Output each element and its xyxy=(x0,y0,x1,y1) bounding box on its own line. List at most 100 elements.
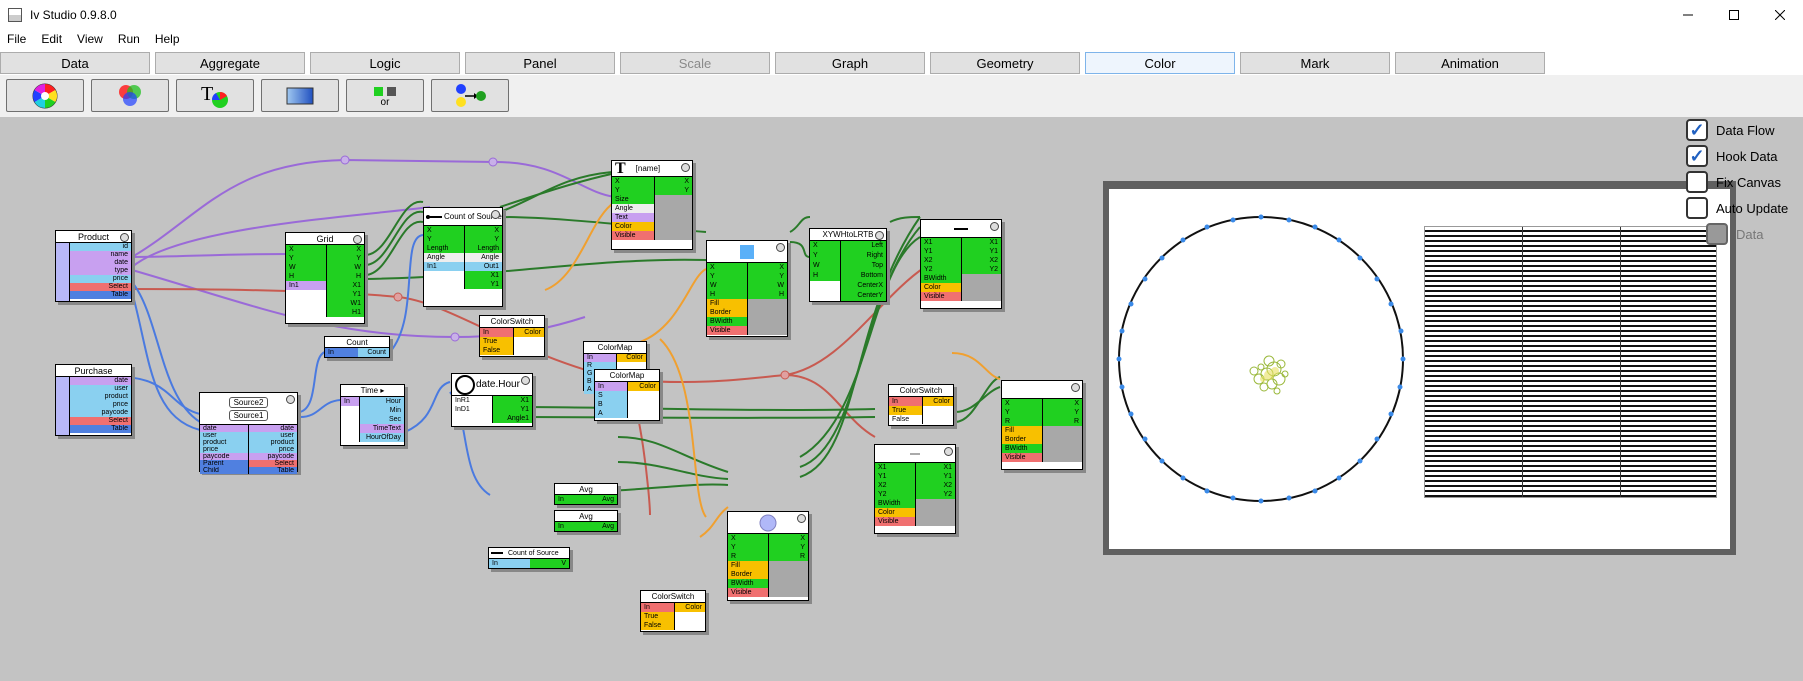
maximize-button[interactable] xyxy=(1711,0,1757,30)
port-in[interactable]: In xyxy=(889,397,922,406)
minimize-button[interactable] xyxy=(1665,0,1711,30)
port-visible[interactable]: Visible xyxy=(707,326,747,335)
xywh-to-lrtb-node[interactable]: XYWHtoLRTB X Y W H Left Right Top Bottom… xyxy=(809,228,887,302)
port-y1[interactable]: Y1 xyxy=(493,405,532,414)
port-count[interactable]: Count xyxy=(358,348,389,357)
port-select[interactable]: Select xyxy=(70,417,131,425)
port-fill[interactable]: Fill xyxy=(728,561,768,570)
port-out-x[interactable]: X xyxy=(327,245,364,254)
port-visible[interactable]: Visible xyxy=(612,231,654,240)
time-node[interactable]: Time ▸ In Hour Min Sec TimeText HourOfDa… xyxy=(340,384,405,446)
text-mark-node[interactable]: T [name] X Y Size Angle Text Color Visib… xyxy=(611,160,693,250)
colorswitch-node-2[interactable]: ColorSwitch In True False Color xyxy=(888,384,954,426)
port-timetext[interactable]: TimeText xyxy=(360,424,404,433)
port-select[interactable]: Select xyxy=(70,283,131,291)
purchase-node[interactable]: Purchase date user product price paycode… xyxy=(55,364,132,436)
port-x[interactable]: X xyxy=(707,263,747,272)
port-y1[interactable]: Y1 xyxy=(875,472,915,481)
port-out1[interactable]: Out1 xyxy=(465,262,502,271)
port-false[interactable]: False xyxy=(641,621,674,630)
port-out-x[interactable]: X xyxy=(1043,399,1082,408)
count-of-source-node[interactable]: Count of Source X Y Length Angle In1 X Y… xyxy=(423,207,503,307)
port-user[interactable]: user xyxy=(200,432,248,439)
menu-file[interactable]: File xyxy=(0,30,34,50)
port-x[interactable]: X xyxy=(286,245,326,254)
port-out-x2[interactable]: X2 xyxy=(962,256,1001,265)
port-parent[interactable]: Parent xyxy=(200,460,248,467)
port-avg[interactable]: Avg xyxy=(587,495,617,504)
port-bwidth[interactable]: BWidth xyxy=(921,274,961,283)
port-out-select[interactable]: Select xyxy=(249,460,297,467)
port-out-y[interactable]: Y xyxy=(327,254,364,263)
close-node-icon[interactable] xyxy=(875,231,884,240)
port-x1[interactable]: X1 xyxy=(921,238,961,247)
tab-animation[interactable]: Animation xyxy=(1395,52,1545,74)
port-in[interactable]: In xyxy=(341,397,359,406)
port-out-x[interactable]: X xyxy=(655,177,692,186)
node-canvas[interactable]: Product id name date type price Select T… xyxy=(0,117,1803,681)
color-switch-button[interactable]: or xyxy=(346,79,424,112)
text-color-button[interactable]: T xyxy=(176,79,254,112)
port-a[interactable]: A xyxy=(595,409,627,418)
line-mark-node[interactable]: X1 Y1 X2 Y2 BWidth Color Visible X1 Y1 X… xyxy=(920,219,1002,309)
port-bwidth[interactable]: BWidth xyxy=(875,499,915,508)
port-border[interactable]: Border xyxy=(728,570,768,579)
port-in[interactable]: In xyxy=(584,354,616,362)
tab-geometry[interactable]: Geometry xyxy=(930,52,1080,74)
tab-panel[interactable]: Panel xyxy=(465,52,615,74)
grid-node[interactable]: Grid X Y W H In1 X Y W H X1 Y1 W1 H1 xyxy=(285,232,365,324)
port-x1[interactable]: X1 xyxy=(493,396,532,405)
port-x[interactable]: X xyxy=(728,534,768,543)
port-length[interactable]: Length xyxy=(424,244,464,253)
port-v[interactable]: V xyxy=(530,559,569,568)
source-join-node[interactable]: Source2 Source1 date user product price … xyxy=(199,392,298,474)
port-y[interactable]: Y xyxy=(810,251,840,261)
port-out-w[interactable]: W xyxy=(327,263,364,272)
option-data[interactable]: Data xyxy=(1706,223,1763,245)
port-true[interactable]: True xyxy=(641,612,674,621)
port-in[interactable]: In xyxy=(325,348,358,357)
port-type[interactable]: type xyxy=(70,267,131,275)
port-y[interactable]: Y xyxy=(707,272,747,281)
checkbox-fix-canvas[interactable] xyxy=(1686,171,1708,193)
port-out-x1[interactable]: X1 xyxy=(962,238,1001,247)
port-out-y[interactable]: Y xyxy=(655,186,692,195)
port-r[interactable]: R xyxy=(728,552,768,561)
gradient-rect-button[interactable] xyxy=(261,79,339,112)
port-price[interactable]: price xyxy=(70,401,131,409)
port-out-angle[interactable]: Angle xyxy=(465,253,502,262)
port-true[interactable]: True xyxy=(480,337,513,346)
port-color[interactable]: Color xyxy=(675,603,705,612)
port-out-x1[interactable]: X1 xyxy=(327,281,364,290)
port-out-y1[interactable]: Y1 xyxy=(465,280,502,289)
port-b[interactable]: B xyxy=(595,400,627,409)
port-min[interactable]: Min xyxy=(360,406,404,415)
port-id[interactable]: id xyxy=(70,243,131,251)
avg-node-1[interactable]: Avg In Avg xyxy=(554,483,618,505)
port-x2[interactable]: X2 xyxy=(921,256,961,265)
port-angle1[interactable]: Angle1 xyxy=(493,414,532,423)
port-hourofday[interactable]: HourOfDay xyxy=(360,433,404,442)
port-h[interactable]: H xyxy=(286,272,326,281)
port-w[interactable]: W xyxy=(286,263,326,272)
port-out-y[interactable]: Y xyxy=(769,543,808,552)
port-y[interactable]: Y xyxy=(286,254,326,263)
color-wheel-button[interactable] xyxy=(6,79,84,112)
port-out-y[interactable]: Y xyxy=(1043,408,1082,417)
port-price[interactable]: price xyxy=(200,446,248,453)
port-fill[interactable]: Fill xyxy=(1002,426,1042,435)
port-out-h[interactable]: H xyxy=(327,272,364,281)
close-node-icon[interactable] xyxy=(521,376,530,385)
port-y[interactable]: Y xyxy=(612,186,654,195)
close-node-icon[interactable] xyxy=(990,222,999,231)
checkbox-data[interactable] xyxy=(1706,223,1728,245)
port-color[interactable]: Color xyxy=(923,397,953,406)
menu-run[interactable]: Run xyxy=(111,30,148,50)
port-user[interactable]: user xyxy=(70,385,131,393)
port-product[interactable]: product xyxy=(70,393,131,401)
port-out-y1[interactable]: Y1 xyxy=(916,472,955,481)
port-in[interactable]: In xyxy=(641,603,674,612)
port-false[interactable]: False xyxy=(480,346,513,355)
port-out-x[interactable]: X xyxy=(465,226,502,235)
checkbox-data-flow[interactable]: ✓ xyxy=(1686,119,1708,141)
